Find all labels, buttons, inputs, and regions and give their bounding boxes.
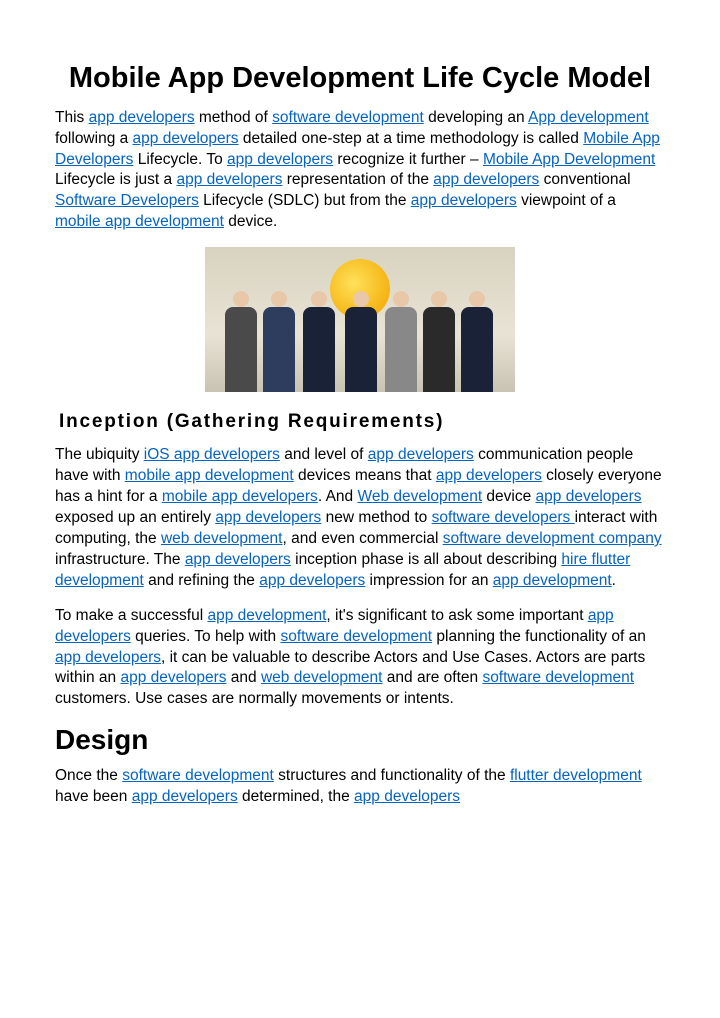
- link-app-developers[interactable]: app developers: [354, 788, 460, 805]
- link-app-development[interactable]: App development: [528, 109, 649, 126]
- person-figure: [303, 307, 335, 392]
- person-figure: [345, 307, 377, 392]
- text: planning the functionality of an: [432, 628, 646, 645]
- link-app-development[interactable]: app development: [207, 607, 326, 624]
- document-page: Mobile App Development Life Cycle Model …: [0, 0, 720, 852]
- link-app-developers[interactable]: app developers: [185, 551, 291, 568]
- text: conventional: [539, 171, 630, 188]
- text: This: [55, 109, 89, 126]
- text: recognize it further –: [333, 151, 483, 168]
- link-app-developers[interactable]: app developers: [215, 509, 321, 526]
- link-software-developers[interactable]: software developers: [432, 509, 575, 526]
- link-app-developers[interactable]: app developers: [433, 171, 539, 188]
- inception-paragraph-2: To make a successful app development, it…: [55, 606, 665, 711]
- link-mobile-app-development[interactable]: mobile app development: [125, 467, 294, 484]
- hero-image: [205, 247, 515, 392]
- link-app-developers[interactable]: app developers: [55, 649, 161, 666]
- link-software-development[interactable]: software development: [482, 669, 634, 686]
- link-app-developers[interactable]: app developers: [133, 130, 239, 147]
- person-figure: [385, 307, 417, 392]
- text: and: [226, 669, 260, 686]
- text: developing an: [424, 109, 528, 126]
- link-app-developers[interactable]: app developers: [176, 171, 282, 188]
- text: customers. Use cases are normally moveme…: [55, 690, 454, 707]
- text: and level of: [280, 446, 368, 463]
- link-ios-app-developers[interactable]: iOS app developers: [144, 446, 280, 463]
- link-app-developers[interactable]: app developers: [89, 109, 195, 126]
- link-app-developers[interactable]: app developers: [536, 488, 642, 505]
- link-mobile-app-development[interactable]: mobile app development: [55, 213, 224, 230]
- text: , it's significant to ask some important: [326, 607, 587, 624]
- link-mobile-app-development[interactable]: Mobile App Development: [483, 151, 655, 168]
- text: Once the: [55, 767, 122, 784]
- link-app-developers[interactable]: app developers: [368, 446, 474, 463]
- link-app-developers[interactable]: app developers: [227, 151, 333, 168]
- text: .: [612, 572, 616, 589]
- link-software-development[interactable]: software development: [122, 767, 274, 784]
- link-mobile-app-developers[interactable]: mobile app developers: [162, 488, 318, 505]
- person-figure: [225, 307, 257, 392]
- text: viewpoint of a: [517, 192, 616, 209]
- text: new method to: [321, 509, 431, 526]
- inception-paragraph-1: The ubiquity iOS app developers and leve…: [55, 445, 665, 591]
- page-title: Mobile App Development Life Cycle Model: [55, 60, 665, 98]
- link-app-development[interactable]: app development: [493, 572, 612, 589]
- text: The ubiquity: [55, 446, 144, 463]
- text: and are often: [382, 669, 482, 686]
- text: representation of the: [282, 171, 433, 188]
- text: Lifecycle. To: [133, 151, 227, 168]
- text: To make a successful: [55, 607, 207, 624]
- text: and refining the: [144, 572, 259, 589]
- link-software-development[interactable]: software development: [272, 109, 424, 126]
- link-web-development[interactable]: web development: [161, 530, 283, 547]
- link-app-developers[interactable]: app developers: [411, 192, 517, 209]
- section-heading-inception: Inception (Gathering Requirements): [59, 411, 665, 433]
- text: infrastructure. The: [55, 551, 185, 568]
- text: . And: [318, 488, 358, 505]
- text: device.: [224, 213, 277, 230]
- text: devices means that: [294, 467, 436, 484]
- link-app-developers[interactable]: app developers: [120, 669, 226, 686]
- text: method of: [195, 109, 273, 126]
- hero-image-container: [55, 247, 665, 397]
- intro-paragraph: This app developers method of software d…: [55, 108, 665, 234]
- text: structures and functionality of the: [274, 767, 510, 784]
- link-app-developers[interactable]: app developers: [132, 788, 238, 805]
- text: determined, the: [238, 788, 354, 805]
- text: inception phase is all about describing: [291, 551, 562, 568]
- text: have been: [55, 788, 132, 805]
- link-software-development-company[interactable]: software development company: [443, 530, 662, 547]
- text: following a: [55, 130, 133, 147]
- link-web-development[interactable]: web development: [261, 669, 383, 686]
- text: device: [482, 488, 535, 505]
- text: Lifecycle (SDLC) but from the: [199, 192, 411, 209]
- link-app-developers[interactable]: app developers: [259, 572, 365, 589]
- person-figure: [423, 307, 455, 392]
- link-software-developers[interactable]: Software Developers: [55, 192, 199, 209]
- link-software-development[interactable]: software development: [280, 628, 432, 645]
- link-web-development[interactable]: Web development: [357, 488, 482, 505]
- section-heading-design: Design: [55, 724, 665, 756]
- text: Lifecycle is just a: [55, 171, 176, 188]
- text: impression for an: [365, 572, 493, 589]
- person-figure: [263, 307, 295, 392]
- person-figure: [461, 307, 493, 392]
- link-app-developers[interactable]: app developers: [436, 467, 542, 484]
- text: , and even commercial: [282, 530, 442, 547]
- text: detailed one-step at a time methodology …: [239, 130, 584, 147]
- text: queries. To help with: [131, 628, 281, 645]
- link-flutter-development[interactable]: flutter development: [510, 767, 642, 784]
- design-paragraph: Once the software development structures…: [55, 766, 665, 808]
- text: exposed up an entirely: [55, 509, 215, 526]
